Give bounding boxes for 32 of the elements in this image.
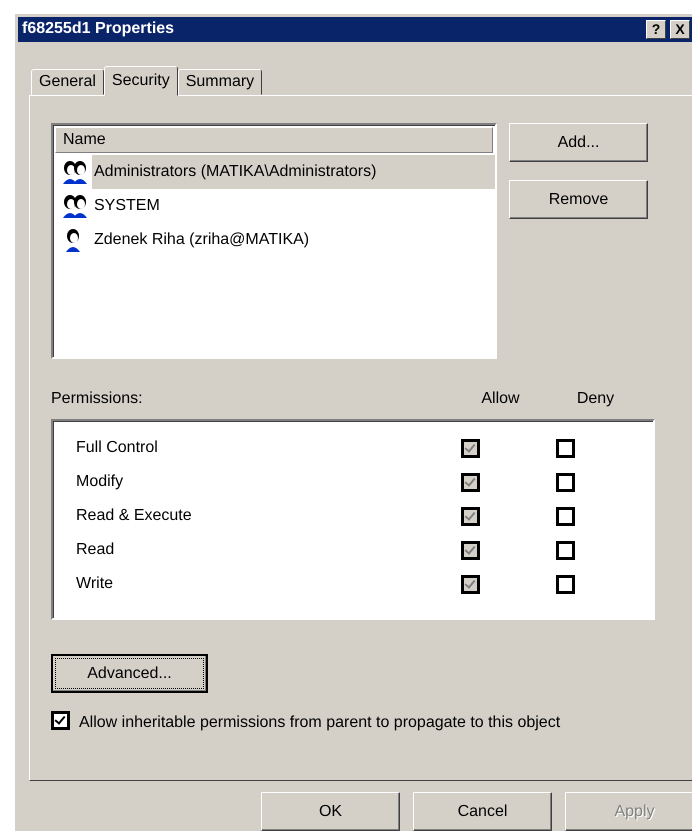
tab[interactable]: Security (104, 66, 178, 96)
permission-name: Read (76, 541, 116, 560)
deny-checkbox[interactable] (556, 540, 575, 560)
deny-checkbox[interactable] (556, 574, 575, 594)
permission-name: Read & Execute (76, 507, 193, 526)
permission-name: Write (76, 575, 114, 594)
inherit-label: Allow inheritable permissions from parent to propagate to this object (79, 713, 562, 734)
list-item[interactable]: Zdenek Riha (zriha@MATIKA) (92, 223, 314, 258)
inherit-checkbox[interactable] (51, 711, 70, 730)
tab[interactable]: Summary (178, 69, 262, 96)
cancel-button[interactable]: Cancel (413, 792, 552, 831)
permissions-label: Permissions: (51, 390, 144, 408)
help-button[interactable]: ? (646, 20, 666, 39)
list-item[interactable]: SYSTEM (92, 189, 164, 224)
list-item[interactable]: Administrators (MATIKA\Administrators) (92, 155, 495, 190)
ok-button[interactable]: OK (261, 792, 400, 831)
remove-button[interactable]: Remove (509, 180, 648, 220)
window-title: f68255d1 Properties (22, 20, 176, 38)
deny-checkbox[interactable] (556, 506, 575, 526)
deny-checkbox[interactable] (556, 472, 575, 492)
column-header: Deny (576, 390, 616, 408)
close-button[interactable]: X (670, 20, 690, 39)
users-icon (61, 160, 89, 184)
users-icon (61, 194, 89, 218)
deny-checkbox[interactable] (556, 438, 575, 458)
column-header[interactable]: Name (55, 127, 493, 154)
add-button[interactable]: Add... (509, 123, 648, 162)
permission-name: Full Control (76, 439, 159, 458)
advanced-button[interactable]: Advanced... (51, 654, 208, 694)
column-header: Allow (480, 390, 521, 408)
permission-name: Modify (76, 473, 124, 492)
tab[interactable]: General (31, 69, 104, 96)
